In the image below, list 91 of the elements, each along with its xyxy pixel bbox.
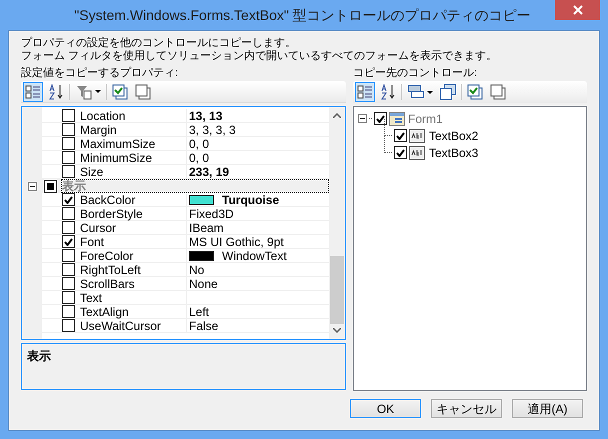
property-name: Text bbox=[80, 290, 102, 304]
checkbox[interactable] bbox=[62, 221, 75, 234]
checkbox[interactable] bbox=[62, 263, 75, 276]
checkbox[interactable] bbox=[62, 305, 75, 318]
property-value: IBeam bbox=[189, 220, 224, 234]
checkbox[interactable] bbox=[62, 207, 75, 220]
tree-item[interactable]: Form1 bbox=[408, 110, 443, 128]
property-name: Font bbox=[80, 234, 104, 248]
textbox-icon bbox=[409, 146, 425, 160]
instruction-text: プロパティの設定を他のコントロールにコピーします。 bbox=[21, 37, 297, 50]
property-value: MS UI Gothic, 9pt bbox=[189, 234, 284, 248]
property-value: Turquoise bbox=[222, 192, 280, 206]
tree-item[interactable]: TextBox2 bbox=[429, 126, 478, 144]
property-name: BorderStyle bbox=[80, 206, 143, 220]
scroll-down-icon bbox=[333, 328, 341, 333]
check-all-icon bbox=[112, 84, 128, 100]
property-value: False bbox=[189, 318, 218, 332]
uncheck-all-button[interactable] bbox=[488, 82, 508, 102]
checkbox[interactable] bbox=[62, 249, 75, 262]
scrollbar[interactable] bbox=[329, 107, 345, 339]
windows-button[interactable] bbox=[438, 82, 458, 102]
checkbox[interactable] bbox=[374, 112, 387, 125]
checkbox[interactable] bbox=[62, 165, 75, 178]
property-value: 13, 13 bbox=[189, 108, 222, 122]
property-value: 3, 3, 3, 3 bbox=[189, 122, 236, 136]
property-name: Cursor bbox=[80, 220, 116, 234]
dialog-button[interactable]: キャンセル bbox=[431, 399, 502, 418]
categorized-button[interactable] bbox=[355, 82, 375, 102]
filter-icon bbox=[76, 84, 92, 100]
uncheck-all-button[interactable] bbox=[133, 82, 153, 102]
checkbox[interactable] bbox=[62, 291, 75, 304]
window-icon bbox=[408, 85, 424, 99]
check-all-button[interactable] bbox=[465, 82, 485, 102]
checkbox[interactable] bbox=[62, 319, 75, 332]
property-name: BackColor bbox=[80, 192, 136, 206]
property-value: Fixed3D bbox=[189, 206, 234, 220]
property-name: TextAlign bbox=[80, 304, 129, 318]
checkbox[interactable] bbox=[62, 109, 75, 122]
uncheck-all-icon bbox=[135, 84, 151, 100]
scroll-up-icon bbox=[333, 113, 341, 118]
window-title: "System.Windows.Forms.TextBox" 型コントロールのプロパティのコピー bbox=[74, 6, 531, 25]
categorized-icon bbox=[25, 84, 41, 100]
categorized-icon bbox=[357, 84, 373, 100]
checkbox[interactable] bbox=[62, 123, 75, 136]
tree-item[interactable]: TextBox3 bbox=[429, 144, 478, 162]
property-value: No bbox=[189, 262, 204, 276]
property-name: UseWaitCursor bbox=[80, 318, 161, 332]
property-name: Location bbox=[80, 108, 126, 122]
check-all-icon bbox=[467, 84, 483, 100]
property-name: Size bbox=[80, 164, 104, 178]
checkbox[interactable] bbox=[62, 193, 75, 206]
dialog-button[interactable]: OK bbox=[350, 399, 421, 418]
checkbox[interactable] bbox=[394, 146, 407, 159]
property-name: ScrollBars bbox=[80, 276, 135, 290]
property-name: RightToLeft bbox=[80, 262, 141, 276]
caret-icon bbox=[426, 90, 432, 94]
uncheck-all-icon bbox=[490, 84, 506, 100]
property-name: MinimumSize bbox=[80, 150, 152, 164]
form-icon bbox=[389, 112, 405, 126]
caret-icon bbox=[94, 90, 100, 93]
checkbox[interactable] bbox=[62, 151, 75, 164]
windows-icon bbox=[440, 84, 456, 100]
property-value: WindowText bbox=[222, 248, 287, 262]
property-name: Margin bbox=[80, 122, 117, 136]
property-value: 0, 0 bbox=[189, 150, 210, 164]
textbox-icon bbox=[409, 128, 425, 142]
property-value: Left bbox=[189, 304, 210, 318]
categorized-button[interactable] bbox=[23, 82, 43, 102]
scroll-thumb[interactable] bbox=[330, 256, 344, 324]
checkbox[interactable] bbox=[62, 137, 75, 150]
checkbox[interactable] bbox=[44, 180, 57, 192]
section-label: 設定値をコピーするプロパティ: bbox=[21, 67, 180, 80]
collapse-toggle[interactable] bbox=[358, 114, 367, 123]
sort-az-icon bbox=[380, 84, 396, 100]
description-title: 表示 bbox=[27, 348, 52, 365]
close-icon bbox=[572, 5, 582, 15]
collapse-toggle[interactable] bbox=[28, 182, 36, 190]
dialog-button[interactable]: 適用(A) bbox=[512, 399, 583, 418]
property-name: ForeColor bbox=[80, 248, 134, 262]
section-label: コピー先のコントロール: bbox=[353, 67, 478, 80]
checkbox[interactable] bbox=[394, 129, 407, 142]
check-all-button[interactable] bbox=[110, 82, 130, 102]
checkbox[interactable] bbox=[62, 235, 75, 248]
property-value: 0, 0 bbox=[189, 136, 210, 150]
checkbox[interactable] bbox=[62, 277, 75, 290]
property-name: MaximumSize bbox=[80, 136, 156, 150]
sort-az-icon bbox=[48, 84, 64, 100]
property-value: None bbox=[189, 276, 218, 290]
property-value: 233, 19 bbox=[189, 164, 230, 178]
instruction-text: フォーム フィルタを使用してソリューション内で開いているすべてのフォームを表示できます。 bbox=[21, 50, 498, 63]
close-button[interactable] bbox=[555, 0, 600, 20]
